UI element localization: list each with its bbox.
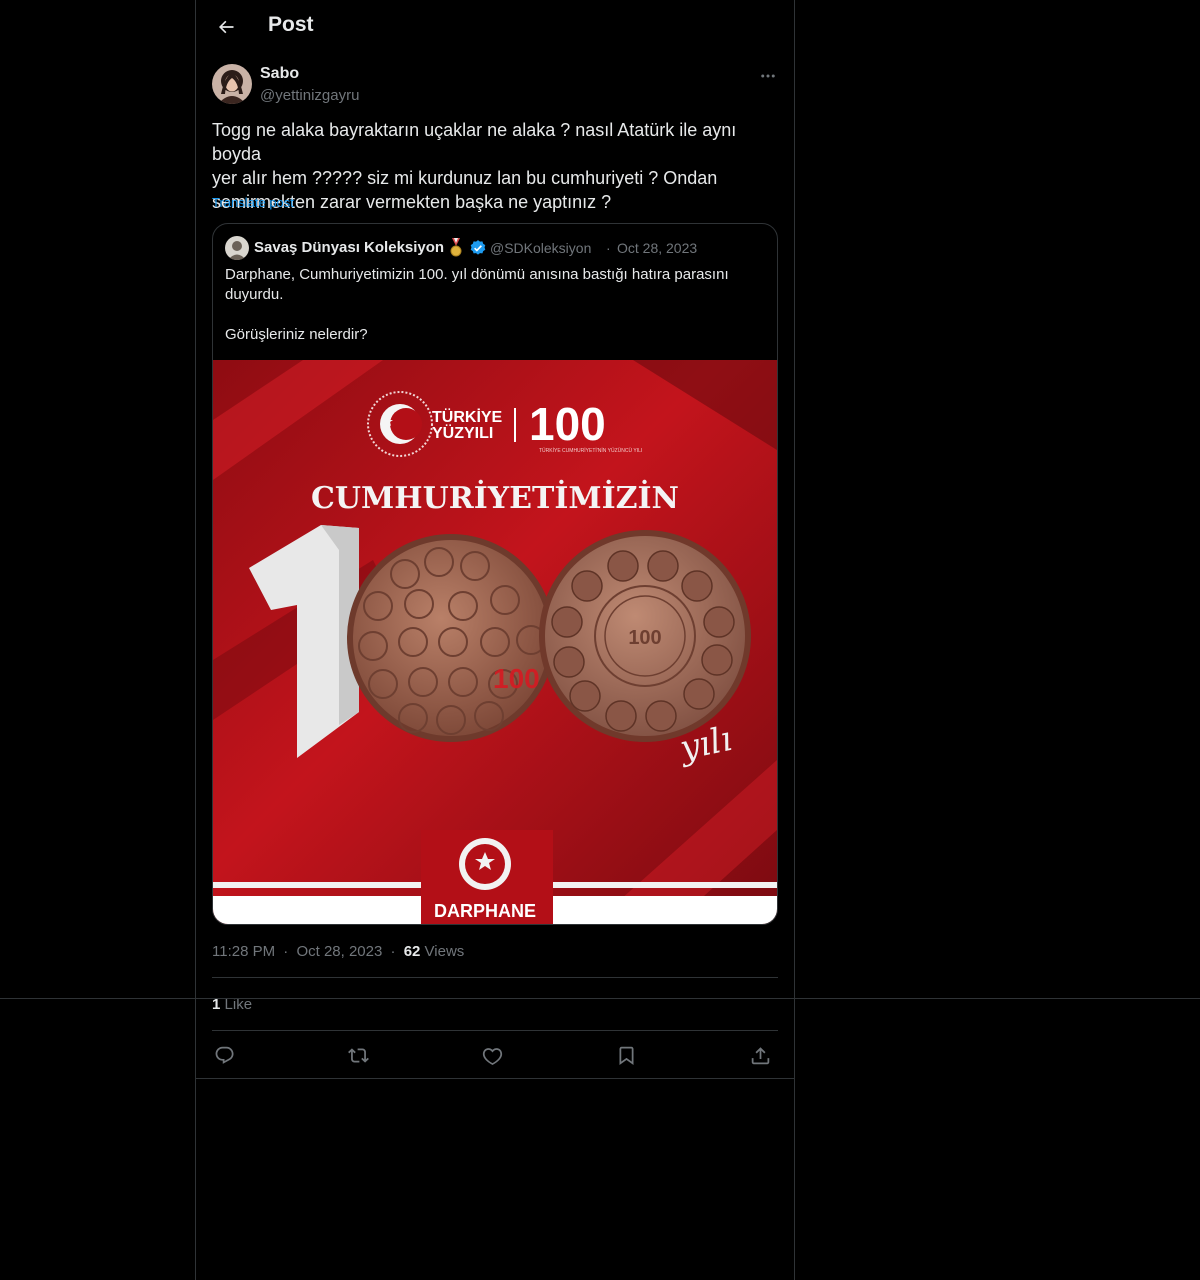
quoted-date: Oct 28, 2023 [617,240,698,256]
divider [212,1030,778,1031]
divider [196,1078,794,1079]
post-meta: 11:28 PM · Oct 28, 2023 · 62 Views [212,943,464,960]
repost-button[interactable] [346,1043,370,1067]
viewport-divider [0,998,1200,999]
quoted-media-image[interactable]: TÜRKİYE YÜZYILI 100 TÜRKİYE CUMHURİYETİ'… [213,360,777,924]
share-icon [751,1046,769,1064]
views-count: 62 [403,943,421,960]
more-icon [761,74,775,78]
quoted-post[interactable]: Savaş Dünyası Koleksiyon @SDKoleksiyon ·… [212,223,778,925]
page-title: Post [268,13,314,36]
meta-separator: · [283,943,289,960]
svg-text:100: 100 [628,627,661,649]
post-header: Post [196,0,794,54]
brand-line2: YÜZYILI [432,423,493,442]
like-icon [482,1047,502,1065]
quoted-text: Darphane, Cumhuriyetimizin 100. yıl dönü… [225,266,729,343]
more-options-button[interactable] [756,64,780,88]
svg-text:100: 100 [493,663,540,694]
commemorative-coin-image: TÜRKİYE YÜZYILI 100 TÜRKİYE CUMHURİYETİ'… [213,360,777,924]
back-arrow-icon [219,20,234,34]
brand-line1: TÜRKİYE [432,407,503,426]
reply-button[interactable] [212,1043,236,1067]
bookmark-button[interactable] [614,1043,638,1067]
medal-icon [449,238,463,263]
repost-icon [347,1047,369,1063]
translate-post-link[interactable]: Translate post [212,195,294,210]
avatar-image [212,64,252,104]
headline-text: CUMHURİYETİMİZİN [311,479,679,516]
back-button[interactable] [208,9,244,45]
verified-badge-icon [469,239,487,262]
avatar[interactable] [212,64,252,104]
brand-number: 100 [529,398,606,450]
brand-tagline: TÜRKİYE CUMHURİYETİ'NİN YÜZÜNCÜ YILI [539,447,642,454]
author-handle[interactable]: @yettinizgayru [260,87,359,104]
action-bar [212,1040,778,1070]
darphane-logo-text: DARPHANE [434,901,536,921]
divider [212,977,778,978]
author-name[interactable]: Sabo [260,65,299,83]
quoted-avatar [225,236,249,260]
quoted-author-handle: @SDKoleksiyon [490,240,592,256]
bookmark-icon [619,1046,633,1065]
share-button[interactable] [748,1043,772,1067]
quoted-avatar-image [225,236,249,260]
post-time[interactable]: 11:28 PM [212,943,275,960]
main-column: Post Sabo @yettinizgayru Togg ne alaka b… [195,0,795,1280]
reply-icon [215,1046,234,1064]
post-date[interactable]: Oct 28, 2023 [296,943,382,960]
like-button[interactable] [480,1043,504,1067]
views-label: Views [424,943,465,960]
separator-dot: · [606,240,611,256]
meta-separator: · [390,943,396,960]
quoted-author-name: Savaş Dünyası Koleksiyon [254,239,445,256]
post-text: Togg ne alaka bayraktarın uçaklar ne ala… [212,120,737,212]
